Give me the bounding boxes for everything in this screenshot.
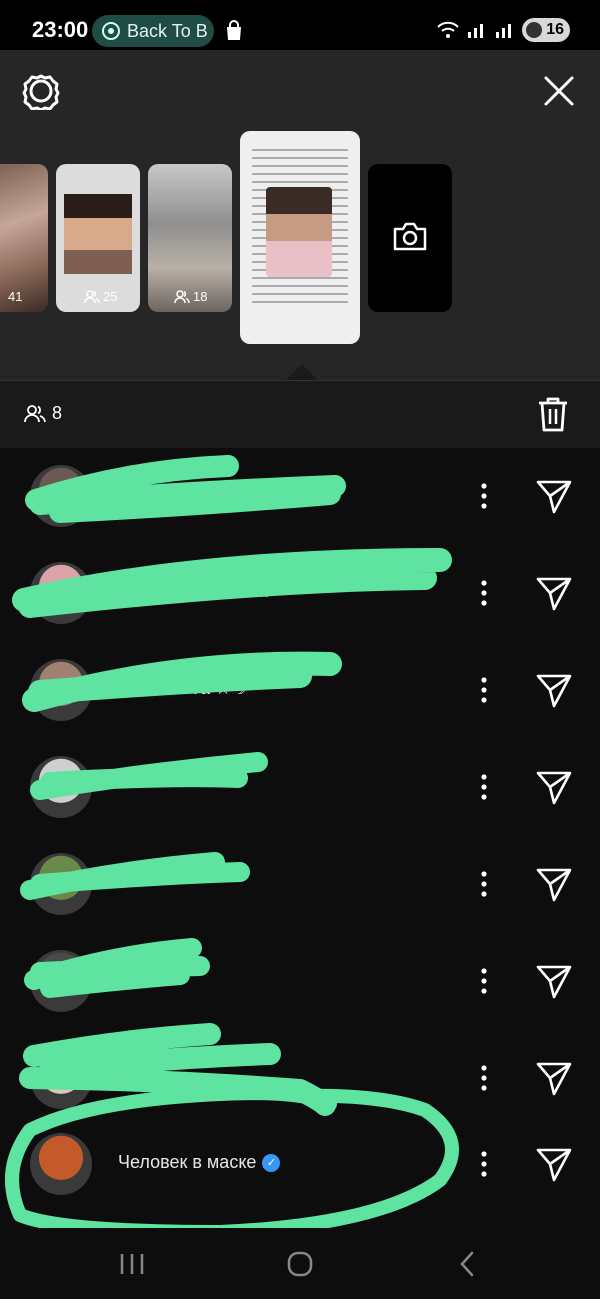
viewer-name-text: Человек в маске [118, 1152, 257, 1172]
media-pill[interactable]: Back To B [92, 15, 214, 47]
story-thumbnail-selected[interactable] [240, 131, 360, 344]
trash-icon[interactable] [536, 395, 570, 433]
viewer-row[interactable]: Krist [0, 448, 600, 545]
more-options-icon[interactable] [474, 1060, 494, 1096]
avatar[interactable] [30, 756, 92, 818]
clock: 23:00 [32, 17, 89, 42]
signal-icon [468, 24, 483, 38]
viewer-username[interactable]: 12.12.2022 Autet... [118, 581, 269, 602]
send-message-icon[interactable] [534, 1058, 574, 1098]
viewer-row[interactable]: ...ovnakova ☆☽ [0, 642, 600, 739]
more-options-icon[interactable] [474, 672, 494, 708]
story-thumbnail[interactable]: 18 [148, 164, 232, 312]
avatar[interactable] [30, 562, 92, 624]
system-indicators: 16 [436, 18, 570, 42]
pill-label: Back To B [127, 20, 208, 41]
viewers-total: 8 [24, 403, 62, 424]
avatar[interactable] [30, 1047, 92, 1109]
viewers-count-value: 8 [52, 403, 63, 423]
people-icon [24, 404, 46, 422]
send-message-icon[interactable] [534, 476, 574, 516]
viewer-name-text: ...ова [118, 1066, 163, 1086]
avatar[interactable] [30, 950, 92, 1012]
viewers-number: 18 [193, 289, 208, 304]
story-thumbnail[interactable]: 41 [0, 164, 48, 312]
more-options-icon[interactable] [474, 1146, 494, 1182]
viewers-list: Krist 12.12.2022 Autet... ...ovnakova ☆☽..… [0, 448, 600, 1228]
viewer-row[interactable] [0, 836, 600, 933]
viewer-row[interactable] [0, 739, 600, 836]
home-icon[interactable] [280, 1248, 320, 1280]
more-options-icon[interactable] [474, 963, 494, 999]
story-thumbnail[interactable]: 25 [56, 164, 140, 312]
camera-icon [393, 222, 427, 251]
viewers-count: 18 [174, 289, 207, 304]
send-message-icon[interactable] [534, 961, 574, 1001]
verified-badge-icon: ✓ [262, 1153, 281, 1172]
viewers-number: 25 [103, 289, 118, 304]
people-icon [174, 289, 190, 303]
viewers-header: 8 [0, 380, 600, 448]
wifi-icon [437, 21, 459, 38]
viewer-username[interactable]: ...ovnakova ☆☽ [118, 678, 247, 699]
close-icon[interactable] [540, 72, 578, 110]
more-options-icon[interactable] [474, 866, 494, 902]
people-icon [84, 289, 100, 303]
viewer-row[interactable]: 12.12.2022 Autet... [0, 545, 600, 642]
more-options-icon[interactable] [474, 769, 494, 805]
system-navigation-bar [0, 1228, 600, 1299]
back-icon[interactable] [448, 1248, 488, 1280]
viewer-row[interactable] [0, 933, 600, 1030]
send-message-icon[interactable] [534, 767, 574, 807]
send-message-icon[interactable] [534, 864, 574, 904]
avatar[interactable] [30, 465, 92, 527]
viewer-row[interactable]: ...ова [0, 1030, 600, 1127]
story-photo [266, 187, 332, 277]
send-message-icon[interactable] [534, 1144, 574, 1184]
viewer-username[interactable]: Человек в маске ✓ [118, 1152, 281, 1173]
more-options-icon[interactable] [474, 575, 494, 611]
viewer-username[interactable]: ...ова [118, 1066, 162, 1087]
shopping-bag-icon [227, 20, 241, 40]
record-icon [102, 22, 120, 40]
battery-level: 16 [546, 21, 564, 38]
viewers-count-label: 41 [8, 289, 23, 304]
add-story-camera-button[interactable] [368, 164, 452, 312]
viewer-row[interactable]: Человек в маске ✓ [0, 1116, 600, 1213]
signal-icon-2 [496, 24, 511, 38]
story-photo [64, 194, 132, 274]
viewer-username[interactable]: Krist [118, 484, 154, 505]
viewer-name-text: Krist [118, 484, 154, 504]
avatar[interactable] [30, 659, 92, 721]
recent-apps-icon[interactable] [112, 1248, 152, 1280]
send-message-icon[interactable] [534, 670, 574, 710]
viewers-count: 25 [84, 289, 117, 304]
viewer-name-text: ...ovnakova ☆☽ [118, 678, 248, 698]
more-options-icon[interactable] [474, 478, 494, 514]
battery-indicator: 16 [522, 18, 570, 42]
settings-gear-icon[interactable] [22, 72, 60, 110]
selected-pointer [286, 364, 318, 380]
viewer-name-text: 12.12.2022 Autet... [118, 581, 270, 601]
avatar[interactable] [30, 853, 92, 915]
send-message-icon[interactable] [534, 573, 574, 613]
avatar[interactable] [30, 1133, 92, 1195]
